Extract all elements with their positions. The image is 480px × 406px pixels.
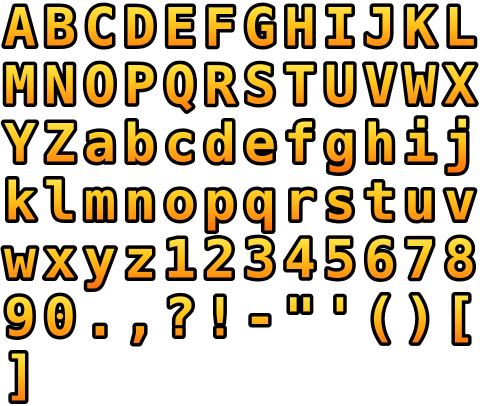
glyph: K <box>404 0 436 59</box>
glyph: 5 <box>324 230 356 291</box>
glyph: Q <box>164 56 196 117</box>
glyph: i <box>404 114 436 175</box>
glyph: Y <box>4 114 36 175</box>
glyph: C <box>84 0 116 59</box>
glyph: G <box>244 0 276 59</box>
glyph: q <box>244 172 276 233</box>
glyph: 9 <box>4 288 36 349</box>
glyph: r <box>284 172 316 233</box>
glyph: ! <box>204 288 236 349</box>
glyph: l <box>44 172 76 233</box>
glyph: T <box>284 56 316 117</box>
glyph: h <box>364 114 396 175</box>
glyph: g <box>324 114 356 175</box>
glyph: E <box>164 0 196 59</box>
glyph: M <box>4 56 36 117</box>
glyph: z <box>124 230 156 291</box>
glyph: S <box>244 56 276 117</box>
glyph: I <box>324 0 356 59</box>
glyph: 2 <box>204 230 236 291</box>
glyph: R <box>204 56 236 117</box>
glyph: ( <box>364 288 396 349</box>
glyph: 4 <box>284 230 316 291</box>
glyph: N <box>44 56 76 117</box>
glyph: a <box>84 114 116 175</box>
glyph: ? <box>164 288 196 349</box>
glyph: Z <box>44 114 76 175</box>
glyph: f <box>284 114 316 175</box>
glyph: ] <box>4 346 36 406</box>
glyph: U <box>324 56 356 117</box>
glyph: X <box>444 56 476 117</box>
font-sprite-sheet: A B C D E F G H I J K L M N O P Q R S T U V W X Y Za b c d e f g h i j k l m n… <box>1 0 480 406</box>
glyph: w <box>4 230 36 291</box>
glyph: D <box>124 0 156 59</box>
glyph: . <box>84 288 116 349</box>
glyph: V <box>364 56 396 117</box>
glyph: u <box>404 172 436 233</box>
glyph: A <box>4 0 36 59</box>
glyph: L <box>444 0 476 59</box>
glyph: H <box>284 0 316 59</box>
glyph: v <box>444 172 476 233</box>
glyph: n <box>124 172 156 233</box>
glyph: 3 <box>244 230 276 291</box>
glyph: 0 <box>44 288 76 349</box>
glyph: s <box>324 172 356 233</box>
glyph: F <box>204 0 236 59</box>
glyph: x <box>44 230 76 291</box>
glyph: O <box>84 56 116 117</box>
glyph: [ <box>444 288 476 349</box>
glyph: J <box>364 0 396 59</box>
glyph: p <box>204 172 236 233</box>
glyph: 8 <box>444 230 476 291</box>
glyph: " <box>284 288 316 349</box>
glyph: t <box>364 172 396 233</box>
glyph: y <box>84 230 116 291</box>
glyph: b <box>124 114 156 175</box>
glyph: d <box>204 114 236 175</box>
glyph: , <box>124 288 156 349</box>
glyph-grid: A B C D E F G H I J K L M N O P Q R S T U V W X Y Za b c d e f g h i j k l m n… <box>1 0 480 406</box>
glyph: m <box>84 172 116 233</box>
glyph: ' <box>324 288 356 349</box>
glyph: o <box>164 172 196 233</box>
glyph: W <box>404 56 436 117</box>
glyph: 7 <box>404 230 436 291</box>
glyph: k <box>4 172 36 233</box>
glyph: j <box>444 114 476 175</box>
glyph: c <box>164 114 196 175</box>
glyph: - <box>244 288 276 349</box>
glyph: 6 <box>364 230 396 291</box>
glyph: ) <box>404 288 436 349</box>
glyph: B <box>44 0 76 59</box>
glyph: e <box>244 114 276 175</box>
glyph: P <box>124 56 156 117</box>
glyph: 1 <box>164 230 196 291</box>
